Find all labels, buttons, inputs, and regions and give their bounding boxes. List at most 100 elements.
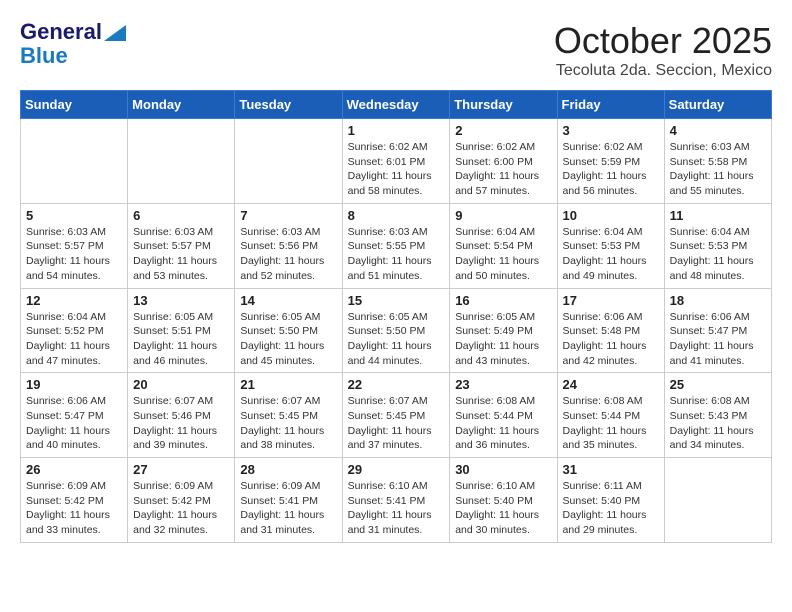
day-info: Sunrise: 6:07 AM Sunset: 5:45 PM Dayligh… xyxy=(240,394,336,453)
day-number: 13 xyxy=(133,293,229,308)
weekday-header-tuesday: Tuesday xyxy=(235,91,342,119)
calendar-cell xyxy=(128,119,235,204)
page-header: General Blue October 2025 Tecoluta 2da. … xyxy=(20,20,772,80)
day-info: Sunrise: 6:10 AM Sunset: 5:40 PM Dayligh… xyxy=(455,479,551,538)
calendar-cell: 14Sunrise: 6:05 AM Sunset: 5:50 PM Dayli… xyxy=(235,288,342,373)
calendar-cell: 31 Sunrise: 6:11 AM Sunset: 5:40 PM Dayli… xyxy=(557,458,664,543)
day-info: Sunrise: 6:08 AM Sunset: 5:44 PM Dayligh… xyxy=(563,394,659,453)
day-number: 31 xyxy=(563,462,659,477)
day-info: Sunrise: 6:09 AM Sunset: 5:42 PM Dayligh… xyxy=(26,479,122,538)
logo-general: General xyxy=(20,20,102,44)
weekday-header-monday: Monday xyxy=(128,91,235,119)
calendar-cell: 23 Sunrise: 6:08 AM Sunset: 5:44 PM Dayli… xyxy=(450,373,557,458)
day-info: Sunrise: 6:04 AM Sunset: 5:54 PM Dayligh… xyxy=(455,225,551,284)
day-number: 26 xyxy=(26,462,122,477)
day-info: Sunrise: 6:04 AM Sunset: 5:53 PM Dayligh… xyxy=(670,225,766,284)
logo-icon xyxy=(104,25,126,41)
calendar-cell: 2Sunrise: 6:02 AM Sunset: 6:00 PM Daylig… xyxy=(450,119,557,204)
day-info: Sunrise: 6:04 AM Sunset: 5:53 PM Dayligh… xyxy=(563,225,659,284)
calendar-cell xyxy=(664,458,771,543)
day-number: 17 xyxy=(563,293,659,308)
day-info: Sunrise: 6:02 AM Sunset: 5:59 PM Dayligh… xyxy=(563,140,659,199)
day-number: 27 xyxy=(133,462,229,477)
day-info: Sunrise: 6:10 AM Sunset: 5:41 PM Dayligh… xyxy=(348,479,445,538)
calendar-cell: 12 Sunrise: 6:04 AM Sunset: 5:52 PM Dayli… xyxy=(21,288,128,373)
calendar-cell xyxy=(21,119,128,204)
day-info: Sunrise: 6:05 AM Sunset: 5:51 PM Dayligh… xyxy=(133,310,229,369)
weekday-header-sunday: Sunday xyxy=(21,91,128,119)
logo-blue: Blue xyxy=(20,44,68,68)
calendar-cell xyxy=(235,119,342,204)
day-number: 28 xyxy=(240,462,336,477)
day-number: 16 xyxy=(455,293,551,308)
day-number: 30 xyxy=(455,462,551,477)
calendar-cell: 13 Sunrise: 6:05 AM Sunset: 5:51 PM Dayli… xyxy=(128,288,235,373)
day-info: Sunrise: 6:11 AM Sunset: 5:40 PM Dayligh… xyxy=(563,479,659,538)
day-number: 7 xyxy=(240,208,336,223)
day-number: 4 xyxy=(670,123,766,138)
calendar-week-5: 26 Sunrise: 6:09 AM Sunset: 5:42 PM Dayli… xyxy=(21,458,772,543)
logo: General Blue xyxy=(20,20,126,68)
day-info: Sunrise: 6:02 AM Sunset: 6:01 PM Dayligh… xyxy=(348,140,445,199)
day-number: 22 xyxy=(348,377,445,392)
day-number: 23 xyxy=(455,377,551,392)
calendar-cell: 19Sunrise: 6:06 AM Sunset: 5:47 PM Dayli… xyxy=(21,373,128,458)
calendar-cell: 7 Sunrise: 6:03 AM Sunset: 5:56 PM Daylig… xyxy=(235,203,342,288)
calendar-cell: 1Sunrise: 6:02 AM Sunset: 6:01 PM Daylig… xyxy=(342,119,450,204)
calendar-cell: 25 Sunrise: 6:08 AM Sunset: 5:43 PM Dayli… xyxy=(664,373,771,458)
calendar-cell: 17 Sunrise: 6:06 AM Sunset: 5:48 PM Dayli… xyxy=(557,288,664,373)
calendar-cell: 18 Sunrise: 6:06 AM Sunset: 5:47 PM Dayli… xyxy=(664,288,771,373)
day-number: 18 xyxy=(670,293,766,308)
day-info: Sunrise: 6:05 AM Sunset: 5:50 PM Dayligh… xyxy=(348,310,445,369)
day-number: 12 xyxy=(26,293,122,308)
day-info: Sunrise: 6:06 AM Sunset: 5:48 PM Dayligh… xyxy=(563,310,659,369)
calendar-cell: 11 Sunrise: 6:04 AM Sunset: 5:53 PM Dayli… xyxy=(664,203,771,288)
calendar-cell: 30 Sunrise: 6:10 AM Sunset: 5:40 PM Dayli… xyxy=(450,458,557,543)
day-number: 19 xyxy=(26,377,122,392)
calendar-header-row: SundayMondayTuesdayWednesdayThursdayFrid… xyxy=(21,91,772,119)
day-info: Sunrise: 6:06 AM Sunset: 5:47 PM Dayligh… xyxy=(670,310,766,369)
calendar-cell: 16 Sunrise: 6:05 AM Sunset: 5:49 PM Dayli… xyxy=(450,288,557,373)
day-info: Sunrise: 6:09 AM Sunset: 5:42 PM Dayligh… xyxy=(133,479,229,538)
calendar-cell: 20Sunrise: 6:07 AM Sunset: 5:46 PM Dayli… xyxy=(128,373,235,458)
day-info: Sunrise: 6:08 AM Sunset: 5:43 PM Dayligh… xyxy=(670,394,766,453)
day-number: 21 xyxy=(240,377,336,392)
day-number: 20 xyxy=(133,377,229,392)
calendar-cell: 27 Sunrise: 6:09 AM Sunset: 5:42 PM Dayli… xyxy=(128,458,235,543)
day-number: 2 xyxy=(455,123,551,138)
calendar-week-2: 5Sunrise: 6:03 AM Sunset: 5:57 PM Daylig… xyxy=(21,203,772,288)
calendar-cell: 15 Sunrise: 6:05 AM Sunset: 5:50 PM Dayli… xyxy=(342,288,450,373)
month-title: October 2025 xyxy=(554,20,772,62)
day-info: Sunrise: 6:04 AM Sunset: 5:52 PM Dayligh… xyxy=(26,310,122,369)
day-number: 6 xyxy=(133,208,229,223)
day-info: Sunrise: 6:03 AM Sunset: 5:58 PM Dayligh… xyxy=(670,140,766,199)
weekday-header-wednesday: Wednesday xyxy=(342,91,450,119)
day-number: 3 xyxy=(563,123,659,138)
day-number: 8 xyxy=(348,208,445,223)
day-number: 9 xyxy=(455,208,551,223)
day-info: Sunrise: 6:05 AM Sunset: 5:49 PM Dayligh… xyxy=(455,310,551,369)
calendar-cell: 4 Sunrise: 6:03 AM Sunset: 5:58 PM Daylig… xyxy=(664,119,771,204)
location-title: Tecoluta 2da. Seccion, Mexico xyxy=(554,62,772,80)
calendar-cell: 3 Sunrise: 6:02 AM Sunset: 5:59 PM Daylig… xyxy=(557,119,664,204)
calendar-cell: 24Sunrise: 6:08 AM Sunset: 5:44 PM Dayli… xyxy=(557,373,664,458)
day-number: 14 xyxy=(240,293,336,308)
day-number: 15 xyxy=(348,293,445,308)
calendar-cell: 22 Sunrise: 6:07 AM Sunset: 5:45 PM Dayli… xyxy=(342,373,450,458)
calendar-cell: 6Sunrise: 6:03 AM Sunset: 5:57 PM Daylig… xyxy=(128,203,235,288)
day-number: 29 xyxy=(348,462,445,477)
calendar-cell: 5Sunrise: 6:03 AM Sunset: 5:57 PM Daylig… xyxy=(21,203,128,288)
calendar-week-1: 1Sunrise: 6:02 AM Sunset: 6:01 PM Daylig… xyxy=(21,119,772,204)
calendar-cell: 9 Sunrise: 6:04 AM Sunset: 5:54 PM Daylig… xyxy=(450,203,557,288)
calendar-cell: 29 Sunrise: 6:10 AM Sunset: 5:41 PM Dayli… xyxy=(342,458,450,543)
day-info: Sunrise: 6:08 AM Sunset: 5:44 PM Dayligh… xyxy=(455,394,551,453)
day-number: 11 xyxy=(670,208,766,223)
day-number: 10 xyxy=(563,208,659,223)
day-number: 25 xyxy=(670,377,766,392)
day-info: Sunrise: 6:03 AM Sunset: 5:56 PM Dayligh… xyxy=(240,225,336,284)
calendar-table: SundayMondayTuesdayWednesdayThursdayFrid… xyxy=(20,90,772,543)
weekday-header-saturday: Saturday xyxy=(664,91,771,119)
day-info: Sunrise: 6:07 AM Sunset: 5:45 PM Dayligh… xyxy=(348,394,445,453)
day-number: 5 xyxy=(26,208,122,223)
title-section: October 2025 Tecoluta 2da. Seccion, Mexi… xyxy=(554,20,772,80)
